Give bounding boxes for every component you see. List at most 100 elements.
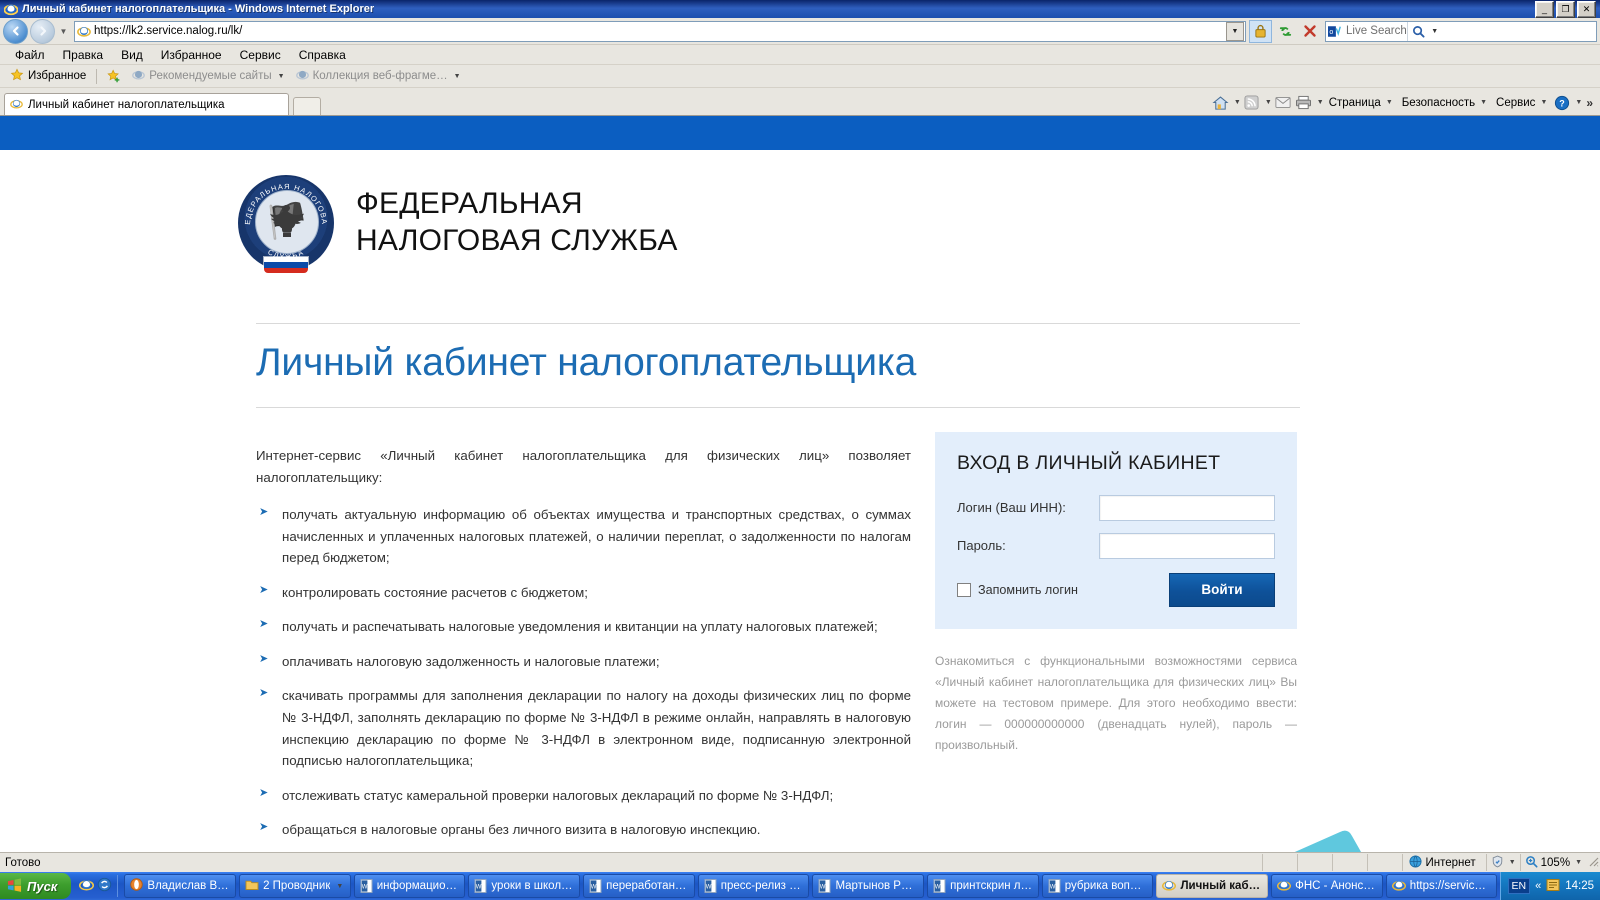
chevron-down-icon[interactable]: ▼: [278, 73, 285, 80]
content-columns: Интернет-сервис «Личный кабинет налогопл…: [256, 432, 1600, 852]
page-favicon-icon: [77, 24, 91, 38]
web-slice-gallery-item[interactable]: Коллекция веб-фрагме… ▼: [292, 67, 465, 85]
quick-launch-bar: [77, 875, 118, 897]
taskbar-item[interactable]: https://service…: [1386, 874, 1498, 898]
login-input[interactable]: [1099, 495, 1275, 521]
taskbar-item[interactable]: 2 Проводник ▼: [239, 874, 351, 898]
rss-icon[interactable]: [1242, 93, 1262, 112]
command-page-label: Страница: [1329, 97, 1381, 109]
command-page-menu[interactable]: Страница ▼: [1325, 97, 1397, 109]
minimize-button[interactable]: _: [1535, 1, 1554, 18]
zoom-control[interactable]: 105% ▼: [1520, 854, 1586, 871]
taskbar-item[interactable]: ФНС - Анонс ж…: [1271, 874, 1383, 898]
chevron-down-icon[interactable]: ▼: [1234, 99, 1241, 106]
chevron-down-icon[interactable]: ▼: [336, 883, 343, 890]
start-button[interactable]: Пуск: [0, 873, 71, 899]
chevron-down-icon[interactable]: ▼: [454, 73, 461, 80]
taskbar-item[interactable]: W пресс-релиз Д…: [698, 874, 810, 898]
address-input[interactable]: https://lk2.service.nalog.ru/lk/: [94, 25, 1226, 37]
close-button[interactable]: ✕: [1577, 1, 1596, 18]
svg-text:W: W: [820, 885, 826, 891]
new-tab-button[interactable]: [293, 97, 321, 115]
command-tools-menu[interactable]: Сервис ▼: [1492, 97, 1551, 109]
home-icon[interactable]: [1211, 93, 1231, 112]
menu-item-favorites[interactable]: Избранное: [152, 47, 231, 63]
security-zone[interactable]: Интернет: [1402, 854, 1486, 871]
windows-flag-icon: [7, 878, 22, 895]
address-dropdown-icon[interactable]: ▼: [1226, 22, 1244, 41]
refresh-quick-launch-icon[interactable]: [97, 877, 112, 895]
svg-text:W: W: [1050, 885, 1056, 891]
ie-quick-launch-icon[interactable]: [79, 877, 94, 895]
command-security-menu[interactable]: Безопасность ▼: [1398, 97, 1491, 109]
taskbar-item-label: информацион…: [377, 880, 460, 892]
resize-grip[interactable]: [1586, 854, 1600, 871]
search-box[interactable]: o Live Search ▼: [1325, 21, 1597, 42]
chevron-down-icon[interactable]: ▼: [1386, 99, 1393, 106]
protected-mode-indicator[interactable]: ▼: [1486, 854, 1520, 871]
taskbar-item[interactable]: W уроки в школ…: [468, 874, 580, 898]
taskbar-item-label: рубрика вопр…: [1065, 880, 1148, 892]
back-button[interactable]: [3, 19, 28, 44]
svg-text:o: o: [1329, 29, 1333, 36]
command-overflow-icon[interactable]: »: [1583, 96, 1596, 110]
refresh-icon[interactable]: [1275, 21, 1296, 42]
security-zone-label: Интернет: [1426, 857, 1476, 869]
chevron-down-icon[interactable]: ▼: [1540, 99, 1547, 106]
search-dropdown-icon[interactable]: ▼: [1429, 22, 1441, 41]
history-dropdown-icon[interactable]: ▼: [57, 20, 70, 42]
print-icon[interactable]: [1294, 93, 1314, 112]
favorite-add-icon[interactable]: [103, 68, 125, 84]
menu-item-tools[interactable]: Сервис: [231, 47, 290, 63]
taskbar-item[interactable]: W Мартынов РЕГ…: [812, 874, 924, 898]
chevron-down-icon[interactable]: ▼: [1575, 99, 1582, 106]
suggested-sites-item[interactable]: Рекомендуемые сайты ▼: [128, 67, 288, 85]
browser-tab[interactable]: Личный кабинет налогоплательщика: [4, 93, 289, 115]
russian-flag-icon: [264, 257, 308, 273]
search-go-icon[interactable]: [1407, 22, 1429, 41]
stop-icon[interactable]: [1299, 21, 1320, 42]
maximize-button[interactable]: ❐: [1556, 1, 1575, 18]
password-input[interactable]: [1099, 533, 1275, 559]
command-bar: ▼ ▼ ▼ Страница ▼ Безопасность ▼ Сервис: [1211, 93, 1596, 112]
demo-note: Ознакомиться с функциональными возможнос…: [935, 651, 1297, 756]
chevron-down-icon[interactable]: ▼: [1265, 99, 1272, 106]
start-label: Пуск: [27, 879, 57, 894]
menu-item-help[interactable]: Справка: [290, 47, 355, 63]
favorites-bar: Избранное Рекомендуемые сайты ▼ Коллекци…: [0, 65, 1600, 88]
favorites-button[interactable]: Избранное: [6, 67, 90, 86]
command-tools-label: Сервис: [1496, 97, 1535, 109]
taskbar-item[interactable]: W рубрика вопр…: [1042, 874, 1154, 898]
login-submit-button[interactable]: Войти: [1169, 573, 1275, 607]
svg-text:W: W: [362, 885, 368, 891]
chevron-down-icon[interactable]: ▼: [1480, 99, 1487, 106]
chevron-down-icon[interactable]: ▼: [1317, 99, 1324, 106]
mail-icon[interactable]: [1273, 93, 1293, 112]
navigation-bar: ▼ https://lk2.service.nalog.ru/lk/ ▼ o L…: [0, 18, 1600, 45]
menu-item-file[interactable]: Файл: [6, 47, 54, 63]
list-item: отслеживать статус камеральной проверки …: [256, 785, 911, 807]
clock[interactable]: 14:25: [1565, 880, 1594, 892]
tray-expand-icon[interactable]: «: [1535, 880, 1541, 892]
tray-notification-icon[interactable]: [1546, 878, 1560, 895]
divider-under-title: [256, 407, 1300, 408]
taskbar-item-active[interactable]: Личный каби…: [1156, 874, 1268, 898]
favorites-label: Избранное: [28, 70, 86, 82]
taskbar-item[interactable]: W принтскрин л…: [927, 874, 1039, 898]
forward-button[interactable]: [30, 19, 55, 44]
taskbar-item[interactable]: W информацион…: [354, 874, 466, 898]
chevron-down-icon[interactable]: ▼: [1575, 859, 1582, 866]
help-icon[interactable]: ?: [1552, 93, 1572, 112]
chevron-down-icon[interactable]: ▼: [1509, 859, 1516, 866]
lock-icon[interactable]: [1249, 20, 1272, 43]
address-bar[interactable]: https://lk2.service.nalog.ru/lk/ ▼: [74, 21, 1246, 42]
site-title: ФЕДЕРАЛЬНАЯ НАЛОГОВАЯ СЛУЖБА: [356, 186, 678, 259]
taskbar-item-label: Мартынов РЕГ…: [835, 880, 918, 892]
taskbar-item[interactable]: W переработанн…: [583, 874, 695, 898]
search-input[interactable]: Live Search: [1346, 25, 1407, 37]
menu-item-edit[interactable]: Правка: [54, 47, 113, 63]
language-indicator[interactable]: EN: [1508, 878, 1531, 894]
taskbar-item[interactable]: Владислав В 7…: [124, 874, 236, 898]
menu-item-view[interactable]: Вид: [112, 47, 152, 63]
remember-login-checkbox[interactable]: [957, 583, 971, 597]
